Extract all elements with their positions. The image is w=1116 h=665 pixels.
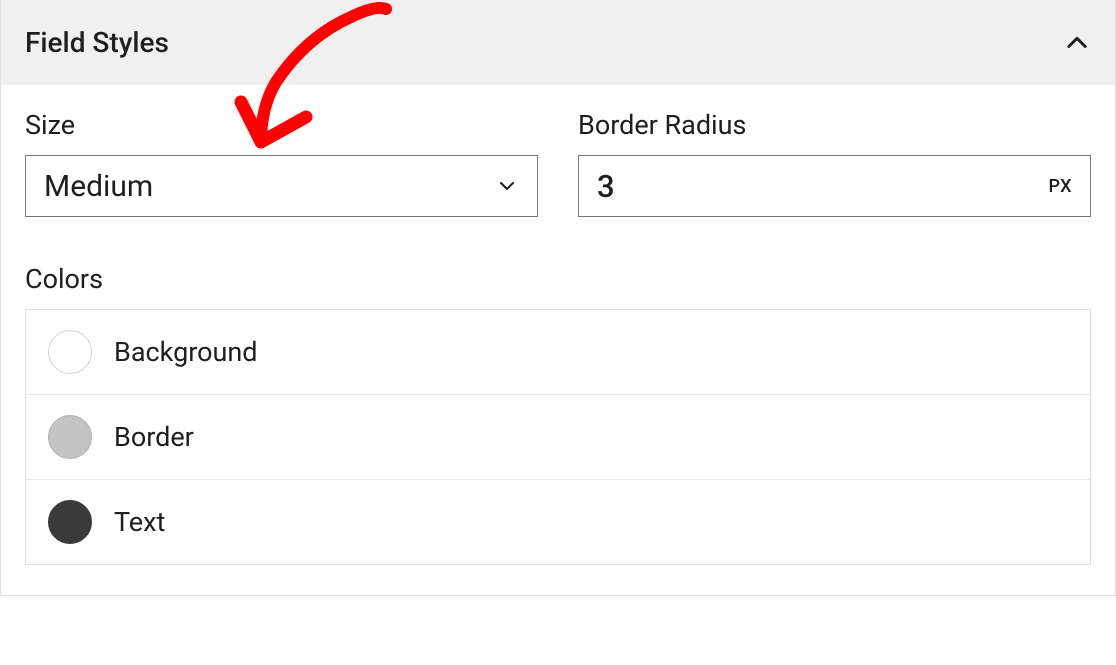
panel-title: Field Styles — [25, 26, 169, 59]
colors-list: Background Border Text — [25, 309, 1091, 565]
color-row-background[interactable]: Background — [26, 310, 1090, 395]
border-radius-input-wrap[interactable]: PX — [578, 155, 1091, 217]
color-label-text: Text — [114, 506, 165, 538]
colors-label: Colors — [25, 263, 1091, 295]
chevron-down-icon — [495, 174, 519, 198]
color-row-border[interactable]: Border — [26, 395, 1090, 480]
field-row: Size Medium Border Radius PX — [25, 109, 1091, 217]
chevron-up-icon — [1063, 29, 1091, 57]
color-row-text[interactable]: Text — [26, 480, 1090, 564]
border-radius-field: Border Radius PX — [578, 109, 1091, 217]
colors-section: Colors Background Border Text — [25, 263, 1091, 565]
size-field: Size Medium — [25, 109, 538, 217]
swatch-background — [48, 330, 92, 374]
color-label-background: Background — [114, 336, 258, 368]
size-value: Medium — [44, 169, 495, 204]
border-radius-unit: PX — [1048, 176, 1072, 197]
size-select[interactable]: Medium — [25, 155, 538, 217]
panel-header[interactable]: Field Styles — [1, 0, 1115, 85]
swatch-border — [48, 415, 92, 459]
border-radius-label: Border Radius — [578, 109, 1091, 141]
color-label-border: Border — [114, 421, 194, 453]
swatch-text — [48, 500, 92, 544]
field-styles-panel: Field Styles Size Medium — [0, 0, 1116, 596]
panel-body: Size Medium Border Radius PX — [1, 85, 1115, 595]
border-radius-input[interactable] — [597, 168, 1048, 205]
size-label: Size — [25, 109, 538, 141]
